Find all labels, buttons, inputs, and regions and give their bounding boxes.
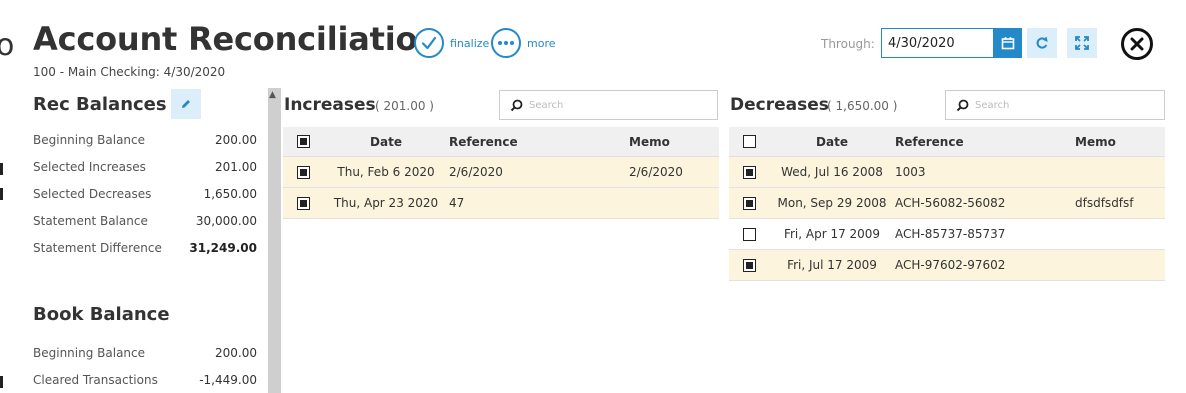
row-reference: 2/6/2020 — [449, 165, 503, 179]
balance-row: Statement Balance 30,000.00 — [33, 214, 257, 228]
scroll-up-arrow-icon[interactable]: ▲ — [269, 90, 276, 100]
balance-row: Beginning Balance 200.00 — [33, 133, 257, 147]
row-reference: ACH-97602-97602 — [895, 258, 1006, 272]
table-row[interactable]: Fri, Apr 17 2009 ACH-85737-85737 — [729, 219, 1165, 250]
balance-row: Selected Decreases 1,650.00 — [33, 187, 257, 201]
select-all-checkbox[interactable] — [742, 135, 756, 148]
balance-row: Statement Difference 31,249.00 — [33, 241, 257, 255]
row-checkbox[interactable] — [296, 196, 310, 210]
rec-balances-title: Rec Balances — [33, 94, 167, 115]
background-page-fragment: o — [0, 28, 15, 63]
row-checkbox[interactable] — [742, 227, 756, 241]
search-placeholder: Search — [529, 99, 564, 111]
row-checkbox[interactable] — [742, 165, 756, 179]
left-panel-scrollbar[interactable] — [268, 88, 281, 393]
search-icon — [956, 99, 969, 111]
row-checkbox[interactable] — [742, 258, 756, 272]
balance-row: Cleared Transactions -1,449.00 — [33, 373, 257, 387]
calendar-button[interactable] — [993, 28, 1022, 58]
decreases-search-input[interactable]: Search — [945, 90, 1165, 120]
grid-header: Date Reference Memo — [729, 127, 1165, 157]
column-header-memo[interactable]: Memo — [1075, 135, 1165, 149]
column-header-reference[interactable]: Reference — [449, 135, 629, 149]
table-row[interactable]: Mon, Sep 29 2008 ACH-56082-56082 dfsdfsd… — [729, 188, 1165, 219]
row-date: Fri, Apr 17 2009 — [783, 227, 881, 241]
balance-value: 200.00 — [215, 346, 257, 360]
row-memo: dfsdfsdfsf — [1075, 196, 1134, 210]
increases-title: Increases — [284, 95, 376, 115]
row-reference: ACH-85737-85737 — [895, 227, 1006, 241]
balance-label: Selected Increases — [33, 160, 146, 174]
column-header-date[interactable]: Date — [323, 135, 449, 149]
column-header-date[interactable]: Date — [769, 135, 895, 149]
refresh-button[interactable] — [1027, 28, 1057, 58]
grid-header: Date Reference Memo — [283, 127, 719, 157]
pencil-icon — [182, 100, 190, 108]
more-button[interactable]: more — [491, 28, 556, 58]
background-edge-mark — [0, 188, 3, 200]
search-icon — [510, 99, 523, 111]
decreases-title: Decreases — [730, 95, 829, 115]
close-button[interactable] — [1121, 28, 1153, 60]
row-date: Fri, Jul 17 2009 — [787, 258, 877, 272]
balance-label: Cleared Transactions — [33, 373, 158, 387]
statement-difference-value: 31,249.00 — [189, 241, 257, 255]
balance-label: Statement Difference — [33, 241, 162, 255]
background-edge-mark — [0, 376, 3, 388]
increases-grid: Date Reference Memo Thu, Feb 6 2020 2/6/… — [283, 127, 719, 219]
balance-value: -1,449.00 — [199, 373, 257, 387]
balance-label: Beginning Balance — [33, 133, 146, 147]
row-checkbox[interactable] — [296, 165, 310, 179]
row-date: Thu, Apr 23 2020 — [333, 196, 439, 210]
balance-label: Statement Balance — [33, 214, 148, 228]
finalize-label: finalize — [450, 36, 490, 50]
table-row[interactable]: Thu, Apr 23 2020 47 — [283, 188, 719, 219]
decreases-grid: Date Reference Memo Wed, Jul 16 2008 100… — [729, 127, 1165, 281]
row-date: Wed, Jul 16 2008 — [781, 165, 883, 179]
select-all-cell[interactable] — [283, 135, 323, 148]
balance-value: 201.00 — [215, 160, 257, 174]
select-all-checkbox[interactable] — [296, 135, 310, 148]
page-title: Account Reconciliation — [33, 20, 440, 58]
close-icon — [1130, 37, 1144, 51]
refresh-icon — [1036, 37, 1048, 49]
increases-total: ( 201.00 ) — [375, 99, 434, 113]
decreases-total: ( 1,650.00 ) — [827, 99, 898, 113]
row-memo: 2/6/2020 — [629, 165, 683, 179]
expand-button[interactable] — [1067, 28, 1097, 58]
row-date: Mon, Sep 29 2008 — [777, 196, 887, 210]
background-edge-mark — [0, 163, 3, 175]
more-dots-icon — [491, 28, 521, 58]
row-reference: 47 — [449, 196, 465, 210]
column-header-memo[interactable]: Memo — [629, 135, 719, 149]
edit-balances-button[interactable] — [171, 89, 201, 119]
check-icon — [414, 28, 444, 58]
row-checkbox[interactable] — [742, 196, 756, 210]
through-date-input[interactable] — [881, 28, 994, 58]
through-label: Through: — [821, 37, 875, 51]
book-balance-title: Book Balance — [33, 304, 170, 325]
balance-value: 1,650.00 — [203, 187, 257, 201]
table-row[interactable]: Thu, Feb 6 2020 2/6/2020 2/6/2020 — [283, 157, 719, 188]
balance-label: Beginning Balance — [33, 346, 146, 360]
balance-row: Selected Increases 201.00 — [33, 160, 257, 174]
increases-search-input[interactable]: Search — [499, 90, 718, 120]
more-label: more — [527, 36, 556, 50]
row-date: Thu, Feb 6 2020 — [337, 165, 435, 179]
table-row[interactable]: Fri, Jul 17 2009 ACH-97602-97602 — [729, 250, 1165, 281]
balance-label: Selected Decreases — [33, 187, 152, 201]
account-subtitle: 100 - Main Checking: 4/30/2020 — [33, 65, 226, 79]
row-reference: 1003 — [895, 165, 926, 179]
calendar-icon — [1001, 37, 1014, 50]
column-header-reference[interactable]: Reference — [895, 135, 1075, 149]
table-row[interactable]: Wed, Jul 16 2008 1003 — [729, 157, 1165, 188]
balance-value: 200.00 — [215, 133, 257, 147]
expand-icon — [1075, 36, 1089, 50]
balance-value: 30,000.00 — [195, 214, 257, 228]
search-placeholder: Search — [975, 99, 1010, 111]
finalize-button[interactable]: finalize — [414, 28, 489, 58]
row-reference: ACH-56082-56082 — [895, 196, 1006, 210]
select-all-cell[interactable] — [729, 135, 769, 148]
balance-row: Beginning Balance 200.00 — [33, 346, 257, 360]
